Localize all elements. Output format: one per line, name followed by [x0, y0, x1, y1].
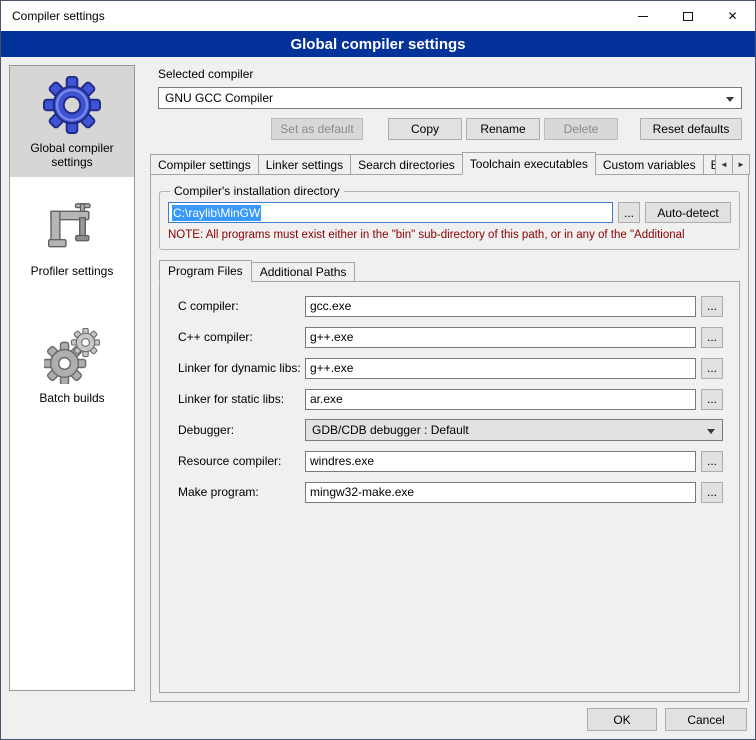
ok-button[interactable]: OK	[587, 708, 657, 731]
installation-directory-input[interactable]: C:\raylib\MinGW	[168, 202, 613, 223]
form-row: Make program: ...	[178, 481, 723, 503]
close-icon: ✕	[727, 9, 737, 23]
chevron-down-icon	[726, 97, 734, 102]
title-bar: Compiler settings ✕	[1, 1, 755, 31]
close-button[interactable]: ✕	[710, 1, 755, 31]
sidebar: Global compiler settings Profiler settin…	[9, 65, 135, 691]
tab-linker-settings[interactable]: Linker settings	[258, 154, 351, 175]
form-row: Resource compiler: ...	[178, 450, 723, 472]
set-as-default-button: Set as default	[271, 118, 363, 140]
tab-search-directories[interactable]: Search directories	[350, 154, 463, 175]
rename-button[interactable]: Rename	[466, 118, 540, 140]
sidebar-item-profiler-settings[interactable]: Profiler settings	[10, 191, 134, 286]
note-text: NOTE: All programs must exist either in …	[168, 229, 731, 241]
c-compiler-input[interactable]	[305, 296, 696, 317]
compiler-settings-dialog: Compiler settings ✕ Global compiler sett…	[0, 0, 756, 740]
maximize-icon	[683, 12, 693, 21]
arrow-left-icon: ◄	[720, 160, 728, 169]
minimize-icon	[638, 16, 648, 17]
compiler-combobox-value: GNU GCC Compiler	[165, 91, 273, 105]
static-linker-input[interactable]	[305, 389, 696, 410]
debugger-label: Debugger:	[178, 423, 305, 437]
maximize-button[interactable]	[665, 1, 710, 31]
arrow-right-icon: ►	[737, 160, 745, 169]
browse-directory-button[interactable]: ...	[618, 202, 640, 223]
subtab-strip: Program Files Additional Paths	[159, 260, 740, 282]
tab-compiler-settings[interactable]: Compiler settings	[150, 154, 259, 175]
tab-custom-variables[interactable]: Custom variables	[595, 154, 704, 175]
form-row: Linker for static libs: ...	[178, 388, 723, 410]
resource-compiler-input[interactable]	[305, 451, 696, 472]
window-title: Compiler settings	[1, 9, 620, 23]
tab-scroll-left-button[interactable]: ◄	[715, 154, 733, 175]
autodetect-button[interactable]: Auto-detect	[645, 202, 731, 223]
form-row: Debugger: GDB/CDB debugger : Default	[178, 419, 723, 441]
installation-directory-group-title: Compiler's installation directory	[170, 184, 344, 198]
subtab-program-files[interactable]: Program Files	[159, 260, 252, 282]
debugger-select[interactable]: GDB/CDB debugger : Default	[305, 419, 723, 441]
chevron-down-icon	[707, 429, 715, 434]
compiler-combobox[interactable]: GNU GCC Compiler	[158, 87, 742, 109]
make-program-input[interactable]	[305, 482, 696, 503]
cpp-compiler-input[interactable]	[305, 327, 696, 348]
gears-icon	[44, 328, 100, 384]
main-panel: Selected compiler GNU GCC Compiler Set a…	[146, 63, 749, 702]
toolchain-executables-panel: Compiler's installation directory C:\ray…	[150, 174, 749, 702]
reset-defaults-button[interactable]: Reset defaults	[640, 118, 742, 140]
make-program-label: Make program:	[178, 485, 305, 499]
browse-button[interactable]: ...	[701, 327, 723, 348]
dialog-header: Global compiler settings	[1, 31, 755, 57]
cpp-compiler-label: C++ compiler:	[178, 330, 305, 344]
subtab-additional-paths[interactable]: Additional Paths	[251, 262, 356, 282]
sidebar-item-label: Global compiler settings	[14, 141, 130, 169]
sidebar-item-label: Batch builds	[39, 391, 104, 405]
selected-text: C:\raylib\MinGW	[172, 205, 261, 221]
compiler-buttons-row: Set as default Copy Rename Delete Reset …	[158, 118, 742, 140]
static-linker-label: Linker for static libs:	[178, 392, 305, 406]
browse-button[interactable]: ...	[701, 451, 723, 472]
installation-directory-row: C:\raylib\MinGW ... Auto-detect	[168, 202, 731, 223]
cancel-button[interactable]: Cancel	[665, 708, 747, 731]
sidebar-item-label: Profiler settings	[31, 264, 114, 278]
debugger-select-value: GDB/CDB debugger : Default	[312, 423, 469, 437]
form-row: Linker for dynamic libs: ...	[178, 357, 723, 379]
program-files-panel: C compiler: ... C++ compiler: ... Linker…	[159, 281, 740, 693]
tab-build-options[interactable]: Build options	[703, 154, 715, 175]
dynamic-linker-label: Linker for dynamic libs:	[178, 361, 305, 375]
browse-button[interactable]: ...	[701, 358, 723, 379]
tab-scroll-right-button[interactable]: ►	[732, 154, 750, 175]
sidebar-item-batch-builds[interactable]: Batch builds	[10, 318, 134, 413]
resource-compiler-label: Resource compiler:	[178, 454, 305, 468]
c-compiler-label: C compiler:	[178, 299, 305, 313]
form-row: C++ compiler: ...	[178, 326, 723, 348]
sidebar-item-global-compiler-settings[interactable]: Global compiler settings	[10, 66, 134, 177]
form-row: C compiler: ...	[178, 295, 723, 317]
delete-button: Delete	[544, 118, 618, 140]
installation-directory-group: Compiler's installation directory C:\ray…	[159, 184, 740, 250]
clamp-icon	[44, 201, 100, 257]
browse-button[interactable]: ...	[701, 482, 723, 503]
browse-button[interactable]: ...	[701, 389, 723, 410]
minimize-button[interactable]	[620, 1, 665, 31]
tab-strip: Compiler settings Linker settings Search…	[150, 152, 749, 175]
dynamic-linker-input[interactable]	[305, 358, 696, 379]
selected-compiler-label: Selected compiler	[158, 67, 749, 82]
gear-icon	[43, 76, 101, 134]
copy-button[interactable]: Copy	[388, 118, 462, 140]
tab-list: Compiler settings Linker settings Search…	[150, 152, 715, 175]
browse-button[interactable]: ...	[701, 296, 723, 317]
tab-toolchain-executables[interactable]: Toolchain executables	[462, 152, 596, 175]
